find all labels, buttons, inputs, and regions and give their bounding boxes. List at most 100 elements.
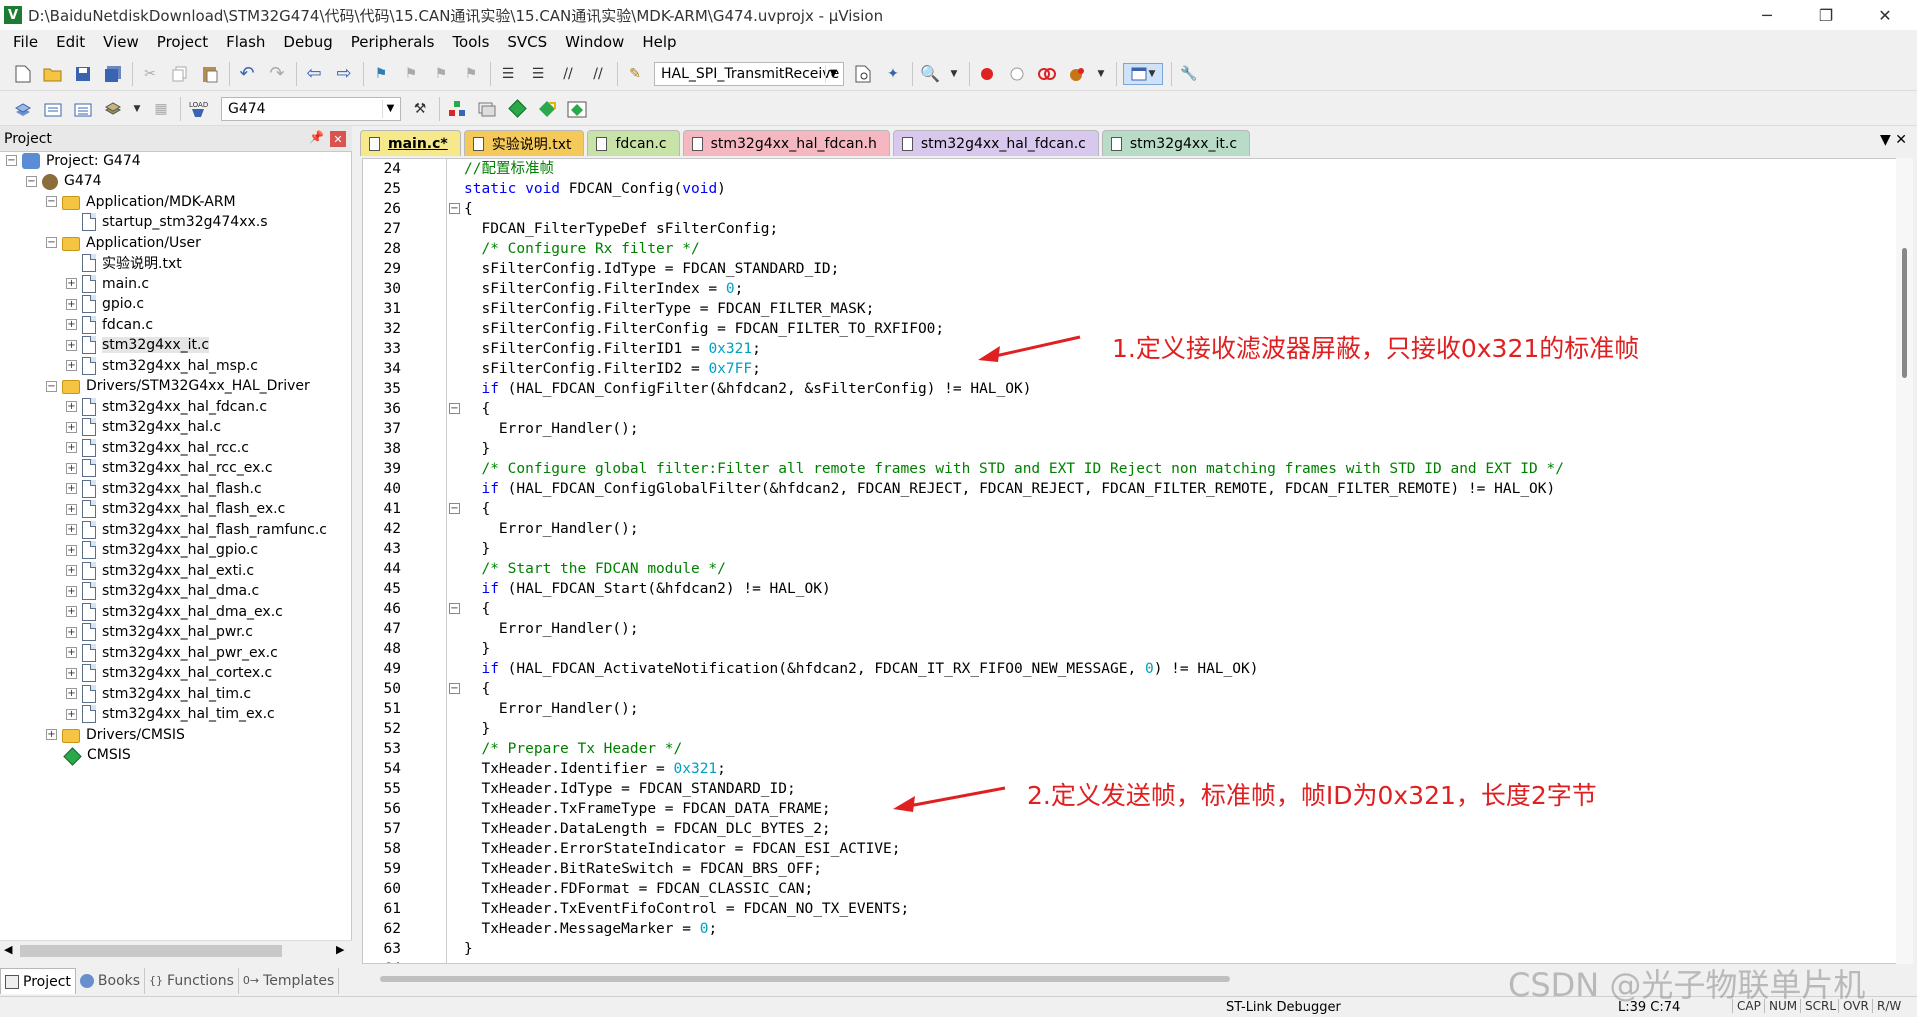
collapse-icon[interactable]: − xyxy=(26,175,37,187)
find-icon[interactable] xyxy=(852,63,874,85)
scroll-thumb[interactable] xyxy=(20,945,282,957)
batch-build-icon[interactable] xyxy=(102,98,124,120)
editor-tab-controls[interactable]: ▼ ✕ xyxy=(1880,132,1907,148)
collapse-icon[interactable]: − xyxy=(46,380,57,392)
breakpoint-disable-all-icon[interactable] xyxy=(1036,63,1058,85)
bookmark-next-icon[interactable]: ⚑ xyxy=(430,63,452,85)
expand-icon[interactable]: + xyxy=(66,626,77,638)
scroll-thumb[interactable] xyxy=(1902,248,1907,378)
collapse-icon[interactable]: − xyxy=(46,196,57,207)
expand-icon[interactable]: + xyxy=(66,708,77,720)
scroll-right-icon[interactable]: ▶ xyxy=(336,943,344,956)
tree-item[interactable]: CMSIS xyxy=(46,743,131,768)
undo-icon[interactable]: ↶ xyxy=(236,63,258,85)
minimize-button[interactable]: ─ xyxy=(1737,0,1797,30)
editor-horizontal-scrollbar[interactable] xyxy=(380,976,1230,982)
cut-icon[interactable]: ✂ xyxy=(139,63,161,85)
menu-window[interactable]: Window xyxy=(556,30,633,54)
debug-start-icon[interactable]: 🔍 xyxy=(919,63,941,85)
fold-icon[interactable]: − xyxy=(449,403,460,414)
expand-icon[interactable]: + xyxy=(66,524,77,535)
chevron-down-icon[interactable]: ▼ xyxy=(132,98,142,120)
editor-tab[interactable]: 实验说明.txt xyxy=(463,130,585,156)
expand-icon[interactable]: + xyxy=(66,667,77,679)
rebuild-icon[interactable] xyxy=(72,98,94,120)
menu-edit[interactable]: Edit xyxy=(47,30,94,54)
tab-templates[interactable]: 0→ Templates xyxy=(239,968,340,994)
menu-tools[interactable]: Tools xyxy=(443,30,498,54)
editor-vertical-scrollbar[interactable] xyxy=(1896,158,1913,964)
translate-icon[interactable] xyxy=(12,98,34,120)
navigate-forward-icon[interactable]: ⇨ xyxy=(333,63,355,85)
select-packs-icon[interactable] xyxy=(536,98,558,120)
paste-icon[interactable] xyxy=(199,63,221,85)
expand-icon[interactable]: + xyxy=(66,339,77,351)
copy-icon[interactable] xyxy=(169,63,191,85)
expand-icon[interactable]: + xyxy=(66,319,77,330)
redo-icon[interactable]: ↷ xyxy=(266,63,288,85)
chevron-down-icon[interactable]: ▼ xyxy=(1096,63,1106,85)
navigate-back-icon[interactable]: ⇦ xyxy=(303,63,325,85)
target-combo[interactable]: G474 ▼ xyxy=(221,96,401,121)
menu-file[interactable]: File xyxy=(4,30,47,54)
breakpoint-enable-icon[interactable] xyxy=(1006,63,1028,85)
menu-flash[interactable]: Flash xyxy=(217,30,274,54)
comment-icon[interactable]: // xyxy=(557,63,579,85)
save-icon[interactable] xyxy=(72,63,94,85)
incremental-find-icon[interactable]: ✦ xyxy=(882,63,904,85)
editor-tab[interactable]: stm32g4xx_hal_fdcan.c xyxy=(892,130,1099,156)
breakpoint-insert-icon[interactable] xyxy=(976,63,998,85)
file-extensions-icon[interactable] xyxy=(476,98,498,120)
manage-rte-icon[interactable] xyxy=(566,98,588,120)
bookmark-insert-icon[interactable]: ⚑ xyxy=(370,63,392,85)
build-icon[interactable] xyxy=(42,98,64,120)
tab-project[interactable]: Project xyxy=(0,968,76,994)
tab-books[interactable]: Books xyxy=(76,968,146,994)
function-combo[interactable]: HAL_SPI_TransmitReceive ▼ xyxy=(654,61,844,86)
open-folder-icon[interactable] xyxy=(42,63,64,85)
breakpoint-kill-all-icon[interactable] xyxy=(1066,63,1088,85)
menu-view[interactable]: View xyxy=(94,30,148,54)
expand-icon[interactable]: + xyxy=(46,729,57,740)
expand-icon[interactable]: + xyxy=(66,585,77,597)
new-file-icon[interactable] xyxy=(12,63,34,85)
collapse-icon[interactable]: − xyxy=(46,237,57,248)
fold-icon[interactable]: − xyxy=(449,603,460,614)
expand-icon[interactable]: + xyxy=(66,298,77,310)
expand-icon[interactable]: + xyxy=(66,483,77,494)
expand-icon[interactable]: + xyxy=(66,401,77,412)
chevron-down-icon[interactable]: ▼ xyxy=(382,99,398,118)
editor-tab[interactable]: stm32g4xx_it.c xyxy=(1101,130,1251,156)
code-editor[interactable]: 24 25 26 27 28 29 30 31 32 33 34 35 36 37 38 39 40 41 42 43… xyxy=(362,158,1900,964)
fold-icon[interactable]: − xyxy=(449,503,460,514)
indent-icon[interactable]: ☰ xyxy=(497,63,519,85)
tab-functions[interactable]: {} Functions xyxy=(145,968,239,994)
close-button[interactable]: ✕ xyxy=(1855,0,1915,30)
menu-help[interactable]: Help xyxy=(633,30,685,54)
menu-peripherals[interactable]: Peripherals xyxy=(342,30,444,54)
unindent-icon[interactable]: ☰ xyxy=(527,63,549,85)
expand-icon[interactable]: + xyxy=(66,544,77,556)
expand-icon[interactable]: + xyxy=(66,688,77,699)
chevron-down-icon[interactable]: ▼ xyxy=(949,63,959,85)
download-icon[interactable]: LOAD xyxy=(187,98,209,120)
expand-icon[interactable]: + xyxy=(66,647,77,658)
bookmark-clear-icon[interactable]: ⚑ xyxy=(460,63,482,85)
restore-button[interactable]: ❐ xyxy=(1796,0,1856,30)
collapse-icon[interactable]: − xyxy=(6,155,17,166)
configure-icon[interactable]: 🔧 xyxy=(1178,63,1200,85)
fold-icon[interactable]: − xyxy=(449,203,460,214)
menu-debug[interactable]: Debug xyxy=(274,30,341,54)
pack-installer-icon[interactable] xyxy=(506,98,528,120)
pin-icon[interactable]: 📌 xyxy=(309,130,324,144)
expand-icon[interactable]: + xyxy=(66,606,77,617)
uncomment-icon[interactable]: // xyxy=(587,63,609,85)
expand-icon[interactable]: + xyxy=(66,360,77,371)
target-options-icon[interactable]: ⚒ xyxy=(409,98,431,120)
window-layout-icon[interactable]: ▼ xyxy=(1123,62,1163,85)
expand-icon[interactable]: + xyxy=(66,462,77,474)
manage-project-items-icon[interactable] xyxy=(446,98,468,120)
save-all-icon[interactable] xyxy=(102,63,124,85)
stop-build-icon[interactable]: ▦ xyxy=(150,98,172,120)
expand-icon[interactable]: + xyxy=(66,565,77,576)
